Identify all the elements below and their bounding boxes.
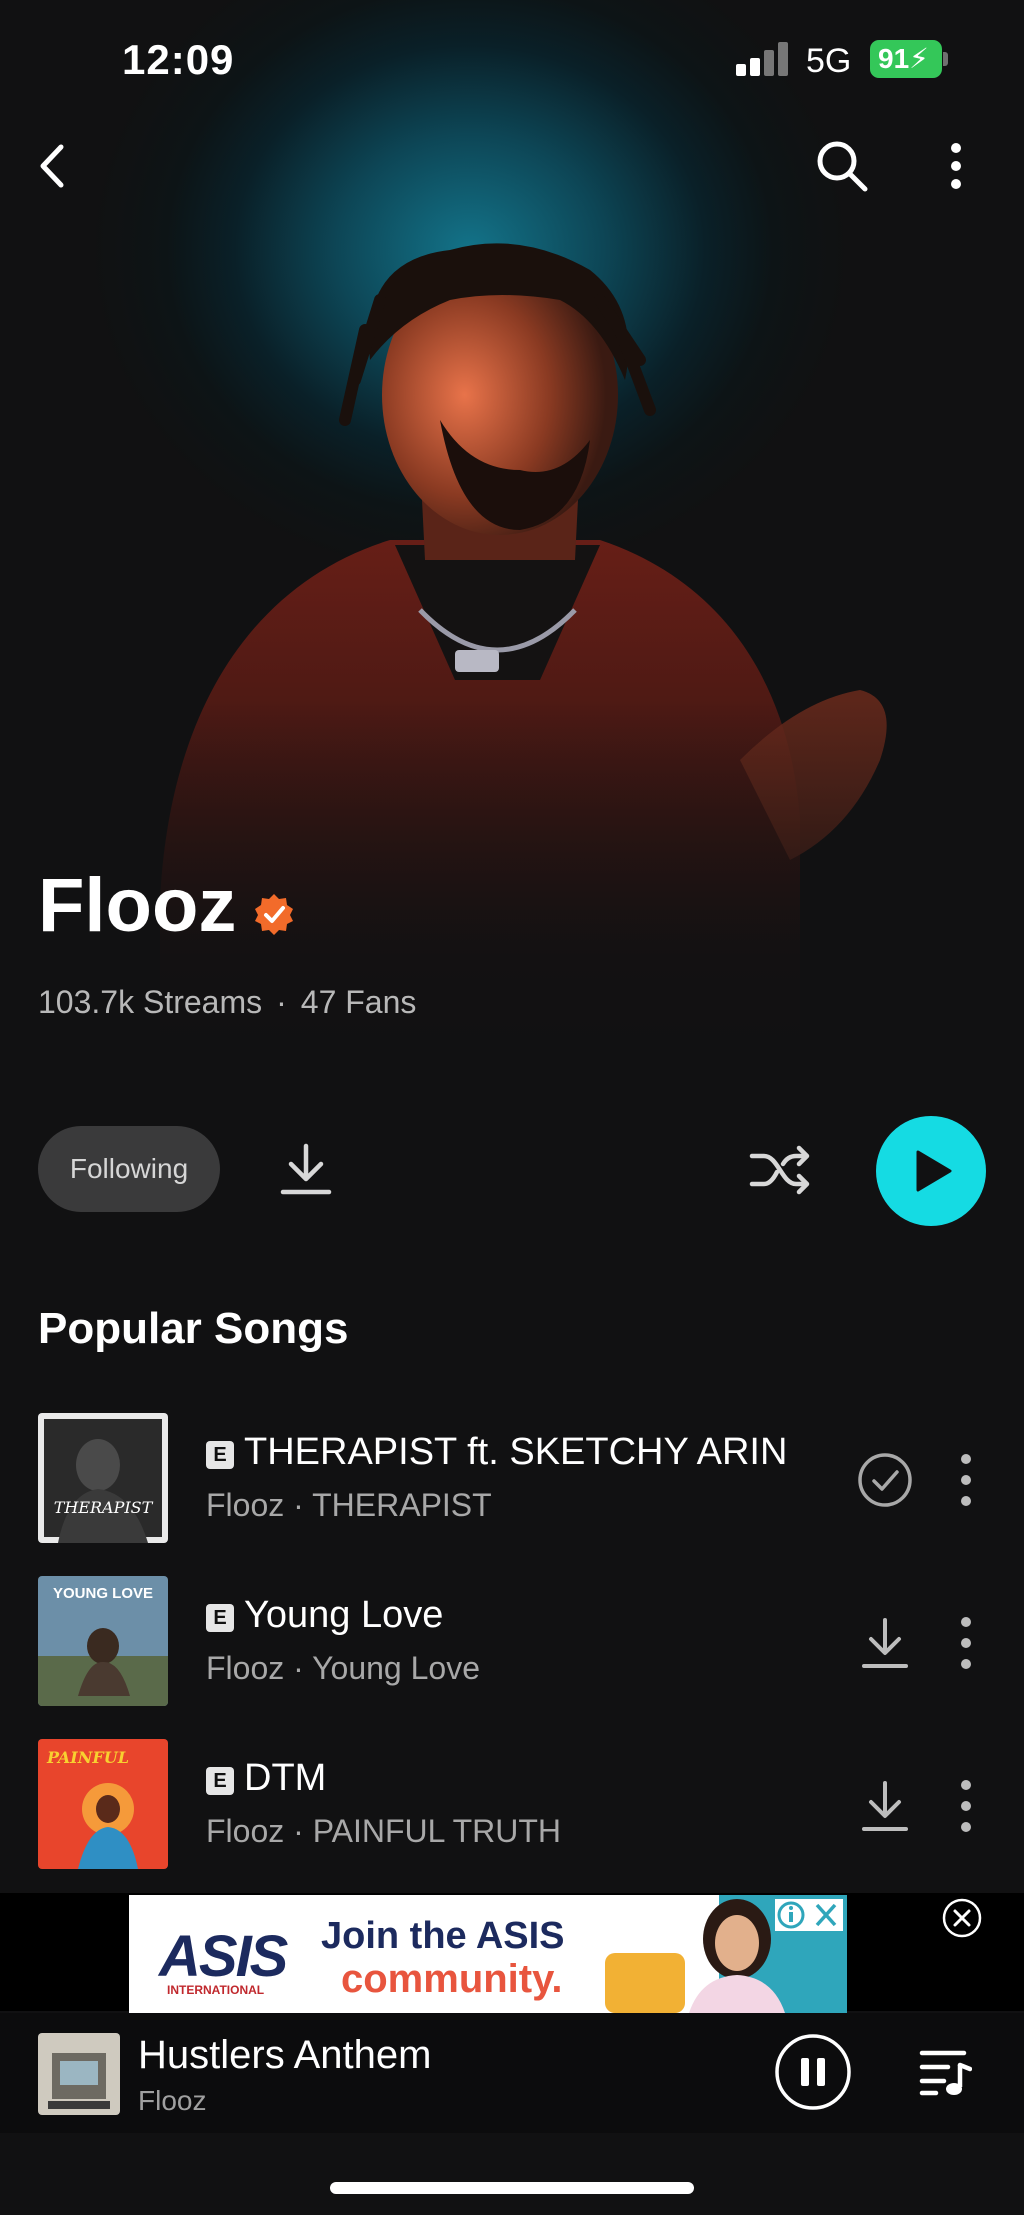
now-playing-bar[interactable]: Hustlers Anthem Flooz [0,2013,1024,2133]
song-cover-young-love: YOUNG LOVE [38,1576,168,1706]
pause-button[interactable] [774,2033,852,2111]
verified-badge-icon [255,894,293,935]
more-vertical-icon [961,1454,971,1506]
song-cover-painful-truth: PAINFUL [38,1739,168,1869]
download-all-button[interactable] [272,1138,340,1200]
home-indicator [330,2182,694,2194]
svg-text:THERAPIST: THERAPIST [54,1498,154,1517]
play-icon [916,1150,952,1192]
explicit-badge: E [206,1441,234,1469]
network-label: 5G [806,42,852,80]
fans-count: 47 Fans [300,984,417,1020]
battery-level: 91 [878,43,910,74]
battery-icon: 91⚡ [870,40,942,78]
streams-count: 103.7k Streams [38,984,263,1020]
search-icon [817,141,868,192]
download-icon [280,1143,332,1195]
song-row[interactable]: THERAPIST E THERAPIST ft. SKETCHY ARIN F… [0,1413,1024,1543]
downloaded-button[interactable] [856,1451,914,1509]
more-vertical-icon [961,1780,971,1832]
song-row[interactable]: YOUNG LOVE E Young Love Flooz · Young Lo… [0,1576,1024,1706]
download-button[interactable] [856,1614,914,1672]
song-title: DTM [244,1757,327,1799]
now-playing-title: Hustlers Anthem [138,2033,432,2077]
stats-separator: · [276,984,287,1020]
section-title-popular-songs: Popular Songs [38,1304,349,1353]
song-more-button[interactable] [946,1614,986,1672]
explicit-badge: E [206,1767,234,1795]
now-playing-cover [38,2033,120,2115]
close-ad-icon[interactable] [942,1898,982,1938]
svg-text:YOUNG LOVE: YOUNG LOVE [53,1585,153,1602]
song-title: Young Love [244,1594,444,1636]
status-time: 12:09 [122,36,235,83]
song-cover-therapist: THERAPIST [38,1413,168,1543]
explicit-badge: E [206,1604,234,1632]
ad-logo: ASIS [159,1924,288,1989]
song-subtitle: Flooz · THERAPIST [206,1487,492,1523]
chevron-left-icon [40,144,64,188]
pause-icon [775,2034,851,2110]
song-subtitle: Flooz · Young Love [206,1650,480,1686]
following-button[interactable]: Following [38,1126,220,1212]
now-playing-artist: Flooz [138,2085,207,2116]
ad-logo-sub: INTERNATIONAL [167,1983,265,1997]
play-all-button[interactable] [876,1116,986,1226]
download-icon [862,1781,908,1831]
svg-text:PAINFUL: PAINFUL [46,1748,129,1767]
ad-choices-icon[interactable] [775,1899,843,1931]
song-more-button[interactable] [946,1451,986,1509]
queue-button[interactable] [916,2045,974,2101]
download-icon [862,1618,908,1668]
more-vertical-icon [961,1617,971,1669]
artist-name: Flooz [38,863,237,948]
song-title: THERAPIST ft. SKETCHY ARIN [244,1431,788,1473]
downloaded-check-icon [858,1453,912,1507]
queue-music-icon [919,2050,972,2096]
shuffle-icon [749,1145,810,1195]
download-button[interactable] [856,1777,914,1835]
back-button[interactable] [24,136,80,196]
signal-icon [736,42,790,76]
ad-headline: Join the ASIS [321,1915,565,1957]
more-vertical-icon [951,143,961,189]
status-bar: 12:09 5G 91⚡ [0,0,1024,120]
search-button[interactable] [812,136,872,196]
ad-subheadline: community. [341,1957,563,2001]
shuffle-button[interactable] [744,1134,816,1206]
more-options-button[interactable] [936,136,976,196]
song-more-button[interactable] [946,1777,986,1835]
ad-banner[interactable]: ASIS INTERNATIONAL Join the ASIS communi… [129,1895,847,2013]
artist-stats: 103.7k Streams · 47 Fans [38,984,416,1021]
song-subtitle: Flooz · PAINFUL TRUTH [206,1813,561,1849]
song-row[interactable]: PAINFUL E DTM Flooz · PAINFUL TRUTH [0,1739,1024,1869]
